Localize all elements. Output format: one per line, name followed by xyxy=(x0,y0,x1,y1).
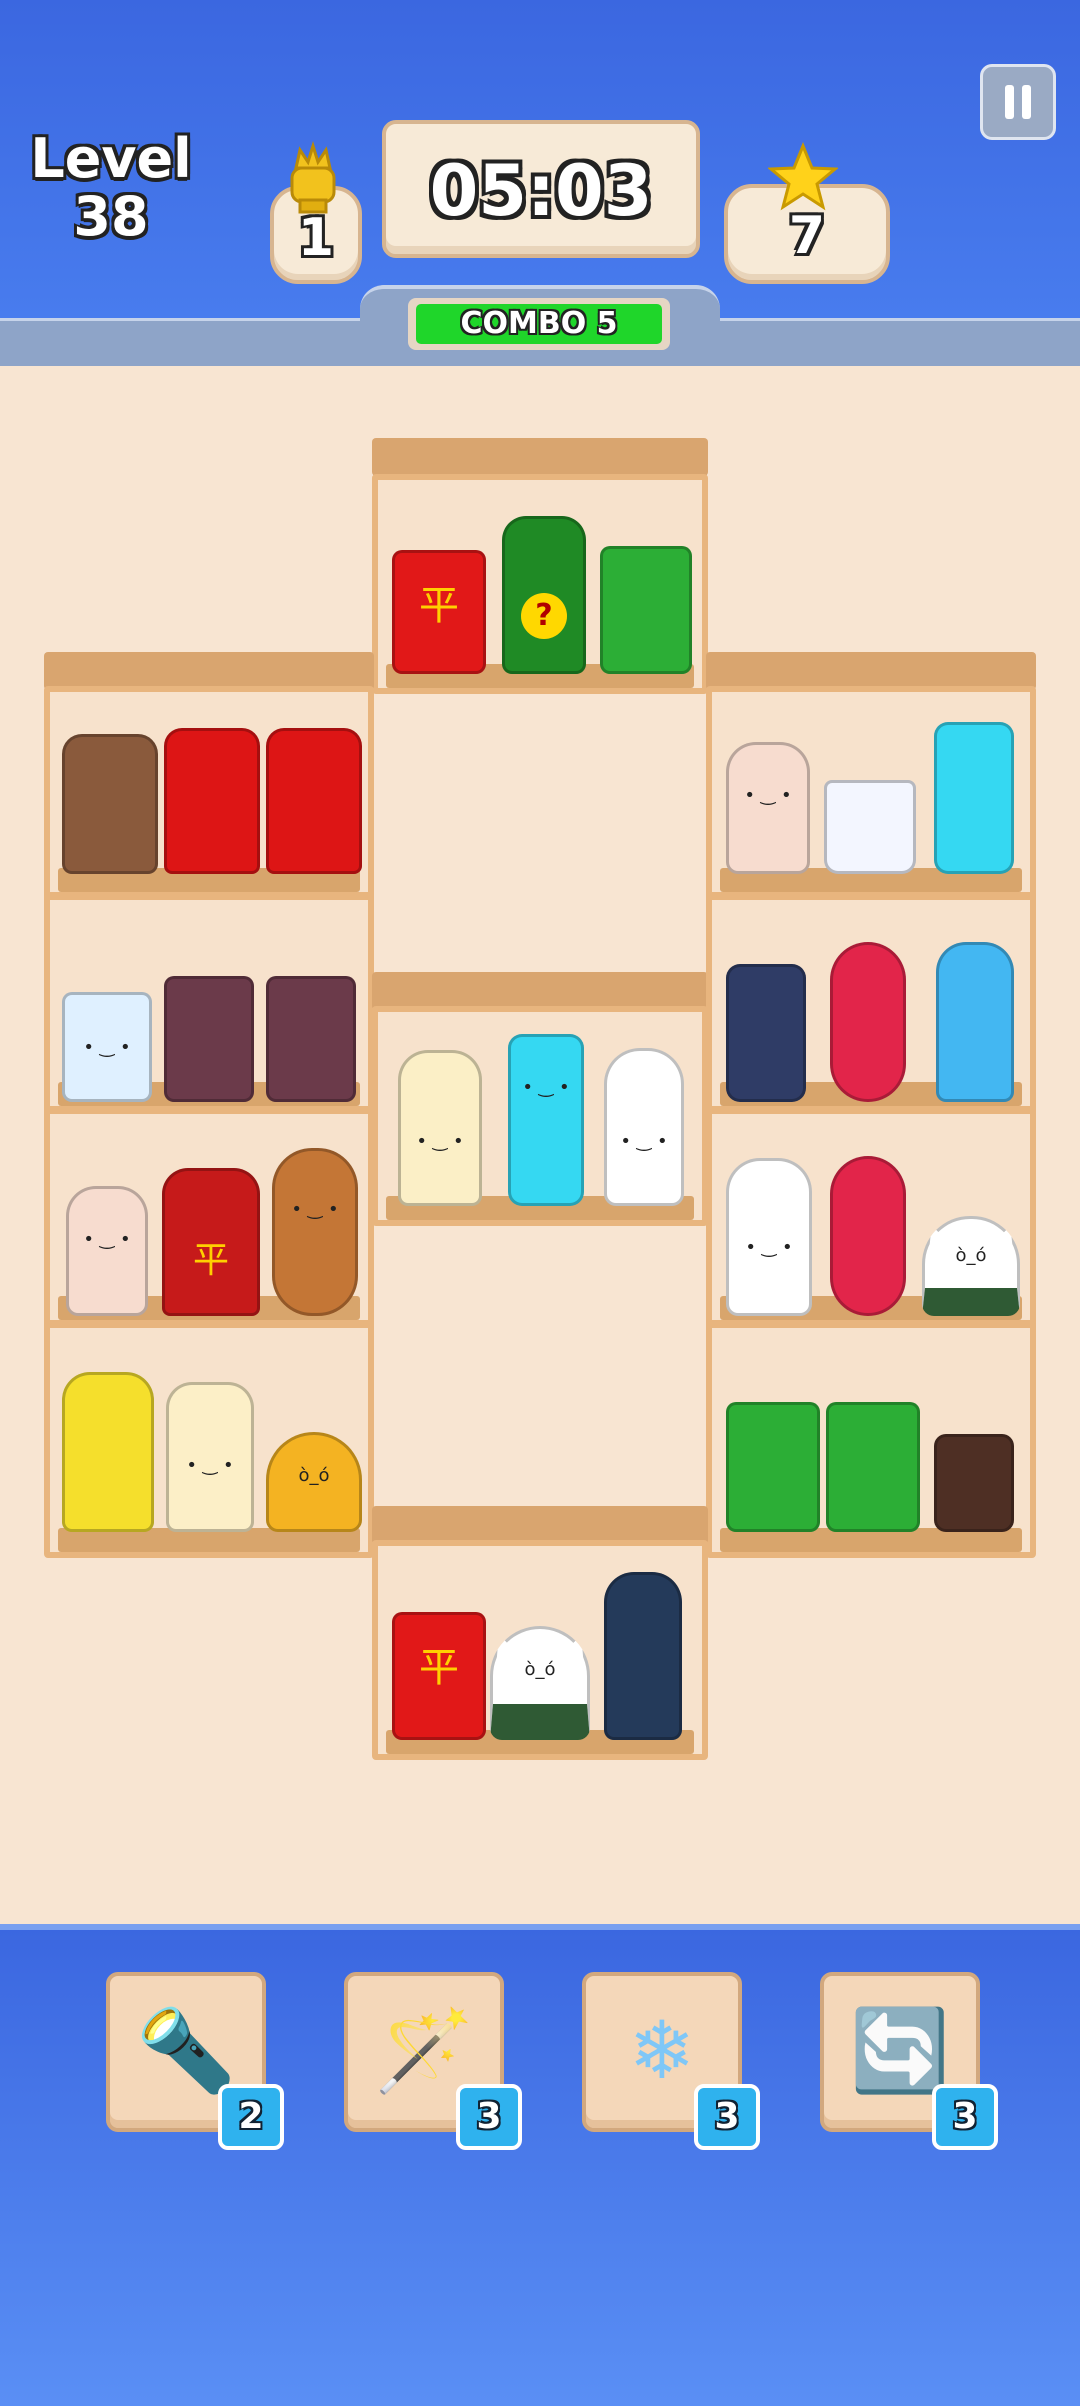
shelf-divider xyxy=(712,1320,1030,1328)
milk-bottle[interactable]: • ‿ • xyxy=(398,1050,482,1206)
ice-pop[interactable]: • ‿ • xyxy=(508,1034,584,1206)
green-mystery-bottle[interactable]: ? xyxy=(502,516,586,674)
shelf-divider xyxy=(50,1106,368,1114)
mayo-bottle[interactable]: • ‿ • xyxy=(726,1158,812,1316)
yogurt-bottle[interactable]: • ‿ • xyxy=(66,1186,148,1316)
star-icon xyxy=(768,142,838,211)
shelf-left-column: • ‿ • • ‿ • 平 • ‿ • • ‿ • ò_ó xyxy=(44,686,374,1558)
red-snack-bag[interactable]: 平 xyxy=(162,1168,260,1316)
red-can[interactable] xyxy=(164,728,260,874)
shelf-roof xyxy=(372,972,708,1010)
brown-can[interactable] xyxy=(934,1434,1014,1532)
shelf-right-column: • ‿ • • ‿ • ò_ó xyxy=(706,686,1036,1558)
freeze-button[interactable]: ❄ 3 xyxy=(582,1972,760,2150)
shelf-divider xyxy=(712,892,1030,900)
level-indicator: Level 38 xyxy=(26,130,196,246)
shelf-divider xyxy=(50,892,368,900)
shelf-top-center[interactable]: 平 ? xyxy=(372,474,708,694)
combo-text: COMBO 5 xyxy=(416,304,662,344)
star-count: 7 xyxy=(788,206,826,266)
shelf-roof xyxy=(372,1506,708,1544)
red-snack-bag[interactable]: 平 xyxy=(392,550,486,674)
strawberry-box[interactable] xyxy=(164,976,254,1102)
booster-bar: 🔦 2 🪄 3 ❄ 3 🔄 3 xyxy=(0,1924,1080,2406)
shelf-bottom-center[interactable]: 平 ò_ó xyxy=(372,1540,708,1760)
level-label: Level xyxy=(30,127,192,190)
green-pretzel-box[interactable] xyxy=(600,546,692,674)
strawberry-box[interactable] xyxy=(266,976,356,1102)
water-bottle[interactable] xyxy=(936,942,1014,1102)
onigiri[interactable]: ò_ó xyxy=(922,1216,1020,1316)
freeze-count: 3 xyxy=(694,2084,760,2150)
shelf-roof xyxy=(706,652,1036,690)
magic-wand-count: 3 xyxy=(456,2084,522,2150)
shuffle-button[interactable]: 🔄 3 xyxy=(820,1972,998,2150)
magic-wand-icon: 🪄 xyxy=(374,2004,474,2097)
water-bottle[interactable] xyxy=(604,1572,682,1740)
shuffle-icon: 🔄 xyxy=(850,2004,950,2097)
countdown-timer: 05:03 xyxy=(382,120,700,258)
ice-pop[interactable] xyxy=(934,722,1014,874)
noodle-cup[interactable] xyxy=(824,780,916,874)
energy-can[interactable] xyxy=(726,964,806,1102)
scanner-button[interactable]: 🔦 2 xyxy=(106,1972,284,2150)
scanner-count: 2 xyxy=(218,2084,284,2150)
snowflake-icon: ❄ xyxy=(628,2004,696,2097)
scanner-icon: 🔦 xyxy=(136,2004,236,2097)
red-snack-bag[interactable]: 平 xyxy=(392,1612,486,1740)
shelf-board: 平 ? • ‿ • • ‿ • 平 • ‿ • • ‿ • ò_ó • ‿ • … xyxy=(0,366,1080,1926)
onigiri[interactable]: ò_ó xyxy=(266,1432,362,1532)
yogurt-bottle[interactable]: • ‿ • xyxy=(726,742,810,874)
green-pretzel-box[interactable] xyxy=(726,1402,820,1532)
green-pretzel-box[interactable] xyxy=(826,1402,920,1532)
shuffle-count: 3 xyxy=(932,2084,998,2150)
mayo-bottle[interactable]: • ‿ • xyxy=(604,1048,684,1206)
shelf-roof xyxy=(44,652,374,690)
shelf-center-middle[interactable]: • ‿ • • ‿ • • ‿ • xyxy=(372,1006,708,1226)
level-number: 38 xyxy=(73,185,149,248)
corndog[interactable]: • ‿ • xyxy=(272,1148,358,1316)
red-can[interactable] xyxy=(266,728,362,874)
timer-text: 05:03 xyxy=(429,150,653,232)
trophy-icon xyxy=(290,140,336,214)
candied-fruit-skewer[interactable] xyxy=(830,942,906,1102)
shelf-roof xyxy=(372,438,708,476)
milk-carton[interactable]: • ‿ • xyxy=(62,992,152,1102)
shelf-divider xyxy=(712,1106,1030,1114)
candied-fruit-skewer[interactable] xyxy=(830,1156,906,1316)
magic-wand-button[interactable]: 🪄 3 xyxy=(344,1972,522,2150)
coffee-cup[interactable] xyxy=(62,734,158,874)
milk-bottle[interactable]: • ‿ • xyxy=(166,1382,254,1532)
top-bar: Level 38 1 05:03 7 COMBO 5 xyxy=(0,0,1080,369)
onigiri[interactable]: ò_ó xyxy=(490,1626,590,1740)
pause-button[interactable] xyxy=(980,64,1056,140)
combo-meter: COMBO 5 xyxy=(408,298,670,350)
shelf-divider xyxy=(50,1320,368,1328)
juice-bottle[interactable] xyxy=(62,1372,154,1532)
